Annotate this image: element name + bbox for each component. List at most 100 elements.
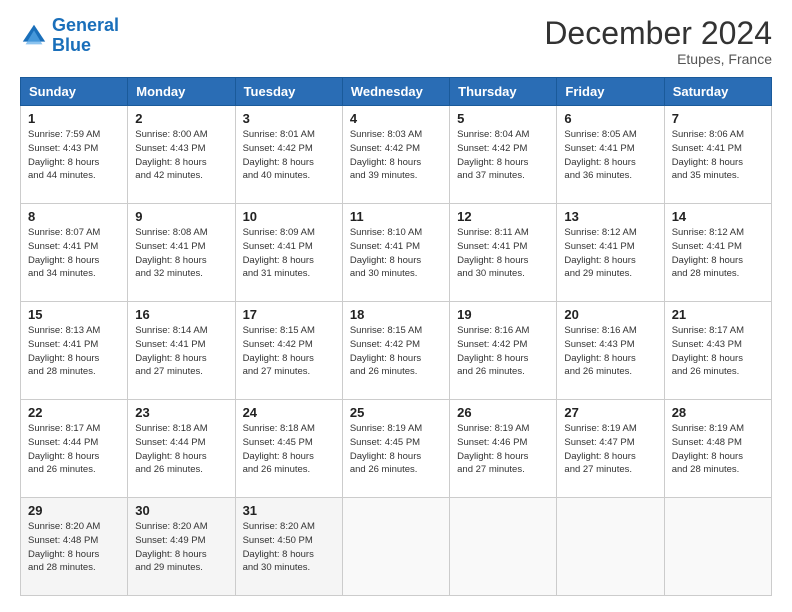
table-row: 26 Sunrise: 8:19 AMSunset: 4:46 PMDayligh… bbox=[450, 400, 557, 498]
calendar-week-row: 22Sunrise: 8:17 AMSunset: 4:44 PMDayligh… bbox=[21, 400, 772, 498]
day-number: 10 bbox=[243, 209, 335, 224]
day-number: 13 bbox=[564, 209, 656, 224]
table-row: 15Sunrise: 8:13 AMSunset: 4:41 PMDayligh… bbox=[21, 302, 128, 400]
col-sunday: Sunday bbox=[21, 78, 128, 106]
header: General Blue December 2024 Etupes, Franc… bbox=[20, 16, 772, 67]
table-row: 3 Sunrise: 8:01 AMSunset: 4:42 PMDaylight… bbox=[235, 106, 342, 204]
table-row: 20 Sunrise: 8:16 AMSunset: 4:43 PMDayligh… bbox=[557, 302, 664, 400]
day-number: 24 bbox=[243, 405, 335, 420]
day-number: 11 bbox=[350, 209, 442, 224]
day-number: 9 bbox=[135, 209, 227, 224]
day-info: Sunrise: 8:01 AMSunset: 4:42 PMDaylight:… bbox=[243, 128, 335, 183]
day-info: Sunrise: 8:05 AMSunset: 4:41 PMDaylight:… bbox=[564, 128, 656, 183]
table-row: 30Sunrise: 8:20 AMSunset: 4:49 PMDayligh… bbox=[128, 498, 235, 596]
table-row: 29Sunrise: 8:20 AMSunset: 4:48 PMDayligh… bbox=[21, 498, 128, 596]
table-row: 24Sunrise: 8:18 AMSunset: 4:45 PMDayligh… bbox=[235, 400, 342, 498]
day-number: 7 bbox=[672, 111, 764, 126]
day-number: 14 bbox=[672, 209, 764, 224]
col-saturday: Saturday bbox=[664, 78, 771, 106]
table-row: 23 Sunrise: 8:18 AMSunset: 4:44 PMDayligh… bbox=[128, 400, 235, 498]
table-row: 14 Sunrise: 8:12 AMSunset: 4:41 PMDayligh… bbox=[664, 204, 771, 302]
subtitle: Etupes, France bbox=[544, 51, 772, 67]
day-number: 3 bbox=[243, 111, 335, 126]
day-info: Sunrise: 8:19 AMSunset: 4:48 PMDaylight:… bbox=[672, 422, 764, 477]
logo-blue: Blue bbox=[52, 36, 119, 56]
main-title: December 2024 bbox=[544, 16, 772, 51]
col-wednesday: Wednesday bbox=[342, 78, 449, 106]
day-info: Sunrise: 8:10 AMSunset: 4:41 PMDaylight:… bbox=[350, 226, 442, 281]
table-row: 19 Sunrise: 8:16 AMSunset: 4:42 PMDayligh… bbox=[450, 302, 557, 400]
col-friday: Friday bbox=[557, 78, 664, 106]
day-number: 26 bbox=[457, 405, 549, 420]
table-row: 2 Sunrise: 8:00 AMSunset: 4:43 PMDaylight… bbox=[128, 106, 235, 204]
calendar-week-row: 15Sunrise: 8:13 AMSunset: 4:41 PMDayligh… bbox=[21, 302, 772, 400]
table-row: 12 Sunrise: 8:11 AMSunset: 4:41 PMDayligh… bbox=[450, 204, 557, 302]
table-row: 6 Sunrise: 8:05 AMSunset: 4:41 PMDaylight… bbox=[557, 106, 664, 204]
day-info: Sunrise: 8:08 AMSunset: 4:41 PMDaylight:… bbox=[135, 226, 227, 281]
col-monday: Monday bbox=[128, 78, 235, 106]
col-thursday: Thursday bbox=[450, 78, 557, 106]
logo-general: General bbox=[52, 15, 119, 35]
day-info: Sunrise: 8:04 AMSunset: 4:42 PMDaylight:… bbox=[457, 128, 549, 183]
table-row: 4Sunrise: 8:03 AMSunset: 4:42 PMDaylight… bbox=[342, 106, 449, 204]
day-info: Sunrise: 8:16 AMSunset: 4:42 PMDaylight:… bbox=[457, 324, 549, 379]
logo-text: General Blue bbox=[52, 16, 119, 56]
day-info: Sunrise: 8:19 AMSunset: 4:46 PMDaylight:… bbox=[457, 422, 549, 477]
table-row: 9 Sunrise: 8:08 AMSunset: 4:41 PMDaylight… bbox=[128, 204, 235, 302]
day-number: 18 bbox=[350, 307, 442, 322]
day-number: 19 bbox=[457, 307, 549, 322]
table-row: 7 Sunrise: 8:06 AMSunset: 4:41 PMDaylight… bbox=[664, 106, 771, 204]
day-info: Sunrise: 7:59 AMSunset: 4:43 PMDaylight:… bbox=[28, 128, 120, 183]
day-info: Sunrise: 8:06 AMSunset: 4:41 PMDaylight:… bbox=[672, 128, 764, 183]
day-info: Sunrise: 8:17 AMSunset: 4:43 PMDaylight:… bbox=[672, 324, 764, 379]
col-tuesday: Tuesday bbox=[235, 78, 342, 106]
table-row bbox=[557, 498, 664, 596]
table-row: 18Sunrise: 8:15 AMSunset: 4:42 PMDayligh… bbox=[342, 302, 449, 400]
day-number: 21 bbox=[672, 307, 764, 322]
day-number: 2 bbox=[135, 111, 227, 126]
day-number: 23 bbox=[135, 405, 227, 420]
day-number: 20 bbox=[564, 307, 656, 322]
day-info: Sunrise: 8:19 AMSunset: 4:47 PMDaylight:… bbox=[564, 422, 656, 477]
day-info: Sunrise: 8:13 AMSunset: 4:41 PMDaylight:… bbox=[28, 324, 120, 379]
calendar-table: Sunday Monday Tuesday Wednesday Thursday… bbox=[20, 77, 772, 596]
day-number: 31 bbox=[243, 503, 335, 518]
day-number: 25 bbox=[350, 405, 442, 420]
day-number: 6 bbox=[564, 111, 656, 126]
day-number: 5 bbox=[457, 111, 549, 126]
table-row: 8 Sunrise: 8:07 AMSunset: 4:41 PMDaylight… bbox=[21, 204, 128, 302]
day-info: Sunrise: 8:12 AMSunset: 4:41 PMDaylight:… bbox=[672, 226, 764, 281]
day-info: Sunrise: 8:20 AMSunset: 4:50 PMDaylight:… bbox=[243, 520, 335, 575]
logo-icon bbox=[20, 22, 48, 50]
page: General Blue December 2024 Etupes, Franc… bbox=[0, 0, 792, 612]
day-info: Sunrise: 8:09 AMSunset: 4:41 PMDaylight:… bbox=[243, 226, 335, 281]
calendar-header-row: Sunday Monday Tuesday Wednesday Thursday… bbox=[21, 78, 772, 106]
table-row: 16Sunrise: 8:14 AMSunset: 4:41 PMDayligh… bbox=[128, 302, 235, 400]
table-row: 10 Sunrise: 8:09 AMSunset: 4:41 PMDayligh… bbox=[235, 204, 342, 302]
table-row: 13 Sunrise: 8:12 AMSunset: 4:41 PMDayligh… bbox=[557, 204, 664, 302]
table-row: 22Sunrise: 8:17 AMSunset: 4:44 PMDayligh… bbox=[21, 400, 128, 498]
day-info: Sunrise: 8:03 AMSunset: 4:42 PMDaylight:… bbox=[350, 128, 442, 183]
day-number: 1 bbox=[28, 111, 120, 126]
table-row: 28Sunrise: 8:19 AMSunset: 4:48 PMDayligh… bbox=[664, 400, 771, 498]
day-number: 8 bbox=[28, 209, 120, 224]
calendar-week-row: 8 Sunrise: 8:07 AMSunset: 4:41 PMDaylight… bbox=[21, 204, 772, 302]
table-row: 17Sunrise: 8:15 AMSunset: 4:42 PMDayligh… bbox=[235, 302, 342, 400]
table-row: 25Sunrise: 8:19 AMSunset: 4:45 PMDayligh… bbox=[342, 400, 449, 498]
calendar-week-row: 1 Sunrise: 7:59 AMSunset: 4:43 PMDaylight… bbox=[21, 106, 772, 204]
day-info: Sunrise: 8:00 AMSunset: 4:43 PMDaylight:… bbox=[135, 128, 227, 183]
day-number: 27 bbox=[564, 405, 656, 420]
day-info: Sunrise: 8:11 AMSunset: 4:41 PMDaylight:… bbox=[457, 226, 549, 281]
day-info: Sunrise: 8:07 AMSunset: 4:41 PMDaylight:… bbox=[28, 226, 120, 281]
table-row: 11 Sunrise: 8:10 AMSunset: 4:41 PMDayligh… bbox=[342, 204, 449, 302]
day-info: Sunrise: 8:16 AMSunset: 4:43 PMDaylight:… bbox=[564, 324, 656, 379]
calendar-week-row: 29Sunrise: 8:20 AMSunset: 4:48 PMDayligh… bbox=[21, 498, 772, 596]
day-info: Sunrise: 8:15 AMSunset: 4:42 PMDaylight:… bbox=[243, 324, 335, 379]
day-number: 16 bbox=[135, 307, 227, 322]
day-info: Sunrise: 8:12 AMSunset: 4:41 PMDaylight:… bbox=[564, 226, 656, 281]
title-block: December 2024 Etupes, France bbox=[544, 16, 772, 67]
day-number: 12 bbox=[457, 209, 549, 224]
table-row: 27 Sunrise: 8:19 AMSunset: 4:47 PMDayligh… bbox=[557, 400, 664, 498]
day-info: Sunrise: 8:18 AMSunset: 4:44 PMDaylight:… bbox=[135, 422, 227, 477]
day-number: 29 bbox=[28, 503, 120, 518]
